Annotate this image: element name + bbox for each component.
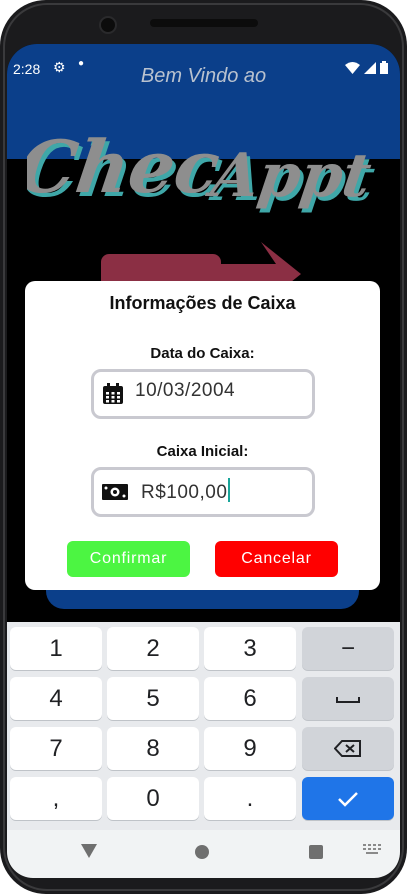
money-icon <box>102 484 128 500</box>
front-camera <box>99 16 117 34</box>
key-0[interactable]: 0 <box>107 777 199 820</box>
calendar-icon <box>103 383 123 404</box>
checkmark-icon <box>338 792 358 807</box>
key-9[interactable]: 9 <box>204 727 296 770</box>
screen: 2:28 ⚙ ● Bem Vindo ao Chec Chec Appt App… <box>7 44 400 878</box>
confirm-button[interactable]: Confirmar <box>67 541 190 577</box>
phone-frame: 2:28 ⚙ ● Bem Vindo ao Chec Chec Appt App… <box>0 0 407 894</box>
numeric-keyboard: 1 2 3 − 4 5 6 7 8 9 , 0 . <box>7 622 400 830</box>
dialog-title: Informações de Caixa <box>109 293 296 313</box>
key-2[interactable]: 2 <box>107 627 199 670</box>
key-8[interactable]: 8 <box>107 727 199 770</box>
key-7[interactable]: 7 <box>10 727 102 770</box>
date-label: Data do Caixa: <box>150 345 255 362</box>
keyboard-switch-icon[interactable] <box>363 844 381 856</box>
cancel-button[interactable]: Cancelar <box>215 541 338 577</box>
key-period[interactable]: . <box>204 777 296 820</box>
cash-field[interactable]: R$100,00 <box>91 467 315 517</box>
home-icon[interactable] <box>195 845 209 859</box>
back-icon[interactable] <box>81 844 97 858</box>
key-4[interactable]: 4 <box>10 677 102 720</box>
key-backspace[interactable] <box>302 727 394 770</box>
key-minus[interactable]: − <box>302 627 394 670</box>
system-nav-bar <box>7 830 400 878</box>
key-comma[interactable]: , <box>10 777 102 820</box>
date-value: 10/03/2004 <box>135 380 236 401</box>
date-field[interactable]: 10/03/2004 <box>91 369 315 419</box>
space-icon <box>336 697 360 703</box>
cash-value-wrap: R$100,00 <box>141 478 231 504</box>
key-5[interactable]: 5 <box>107 677 199 720</box>
cash-info-dialog: Informações de Caixa Data do Caixa: 10/0 <box>25 281 380 590</box>
key-done[interactable] <box>302 777 394 820</box>
earpiece-speaker <box>150 19 258 27</box>
backspace-icon <box>333 740 361 757</box>
key-6[interactable]: 6 <box>204 677 296 720</box>
cash-value: R$100,00 <box>141 482 228 503</box>
cash-label: Caixa Inicial: <box>156 443 249 460</box>
key-3[interactable]: 3 <box>204 627 296 670</box>
recent-apps-icon[interactable] <box>309 845 323 859</box>
text-caret <box>228 478 231 502</box>
key-space[interactable] <box>302 677 394 720</box>
key-1[interactable]: 1 <box>10 627 102 670</box>
